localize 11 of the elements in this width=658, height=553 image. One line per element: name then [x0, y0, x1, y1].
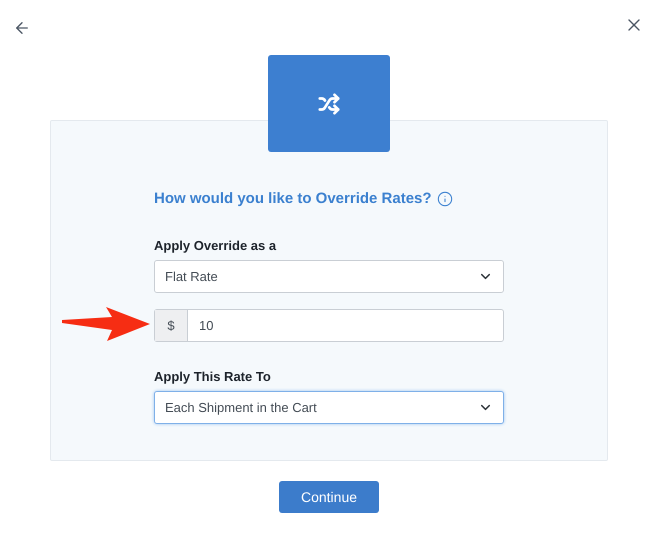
info-icon[interactable]	[436, 191, 453, 207]
dropdown-field[interactable]: Each Shipment in the Cart	[154, 391, 504, 424]
amount-field[interactable]: $ 10	[154, 309, 504, 342]
form-title: How would you like to Override Rates?	[154, 190, 432, 208]
dropdown-field[interactable]: Flat Rate	[154, 260, 504, 293]
field-label: Apply Override as a	[154, 238, 278, 254]
shuffle-icon	[318, 92, 340, 114]
arrow-annotation-icon	[62, 307, 150, 343]
currency-prefix: $	[155, 310, 188, 341]
field-label: Apply This Rate To	[154, 369, 272, 385]
continue-button[interactable]: Continue	[279, 481, 379, 513]
